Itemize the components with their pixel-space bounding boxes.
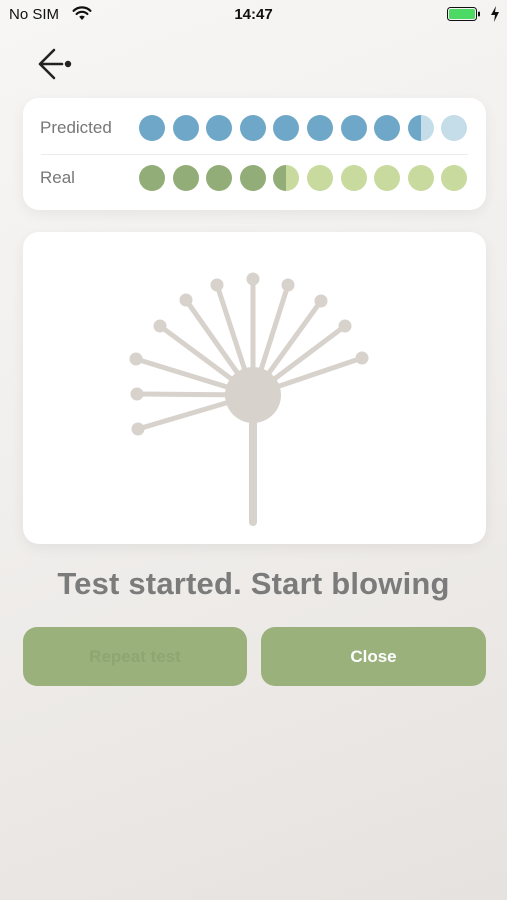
status-message: Test started. Start blowing — [57, 566, 450, 601]
dandelion-seed — [355, 351, 369, 365]
predicted-dot — [239, 115, 266, 141]
dandelion-seed — [281, 278, 295, 292]
dandelion-seed — [130, 387, 144, 401]
dandelion-seed — [153, 319, 167, 333]
repeat-test-button[interactable]: Repeat test — [23, 627, 247, 686]
prediction-legend-card: Predicted Real — [23, 98, 486, 210]
predicted-dot — [139, 115, 165, 141]
predicted-dot — [340, 115, 367, 141]
real-dot — [206, 165, 233, 191]
clock: 14:47 — [234, 6, 273, 23]
dandelion-seed — [210, 278, 224, 292]
real-dot — [340, 165, 367, 191]
battery-icon — [447, 7, 480, 21]
real-label: Real — [40, 168, 75, 187]
real-dot — [307, 165, 333, 191]
dandelion-head — [225, 367, 281, 423]
predicted-dot — [172, 115, 199, 141]
predicted-label: Predicted — [40, 118, 112, 137]
dandelion-seed — [179, 293, 193, 307]
close-button[interactable]: Close — [261, 627, 486, 686]
predicted-dot — [307, 115, 333, 141]
dandelion-seed — [246, 272, 260, 286]
dandelion-seed — [338, 319, 352, 333]
status-bar: No SIM 14:47 — [0, 0, 507, 30]
predicted-row: Predicted — [23, 104, 486, 152]
predicted-dot — [407, 115, 434, 141]
real-row: Real — [23, 154, 486, 202]
back-arrow-icon[interactable] — [30, 46, 76, 82]
real-dot — [441, 165, 468, 191]
predicted-dot — [206, 115, 233, 141]
dandelion-seed — [129, 352, 143, 366]
charging-icon — [491, 6, 499, 22]
real-dot — [239, 165, 266, 191]
predicted-dot — [441, 115, 468, 141]
real-dot — [407, 165, 434, 191]
real-dot — [273, 165, 300, 191]
real-dot — [374, 165, 401, 191]
dandelion-card — [23, 232, 486, 544]
dandelion-seed — [131, 422, 145, 436]
dandelion-seed — [314, 294, 328, 308]
dandelion-illustration — [129, 272, 369, 526]
predicted-dot — [374, 115, 401, 141]
real-dot — [172, 165, 199, 191]
real-dot — [139, 165, 165, 191]
predicted-dot — [273, 115, 300, 141]
